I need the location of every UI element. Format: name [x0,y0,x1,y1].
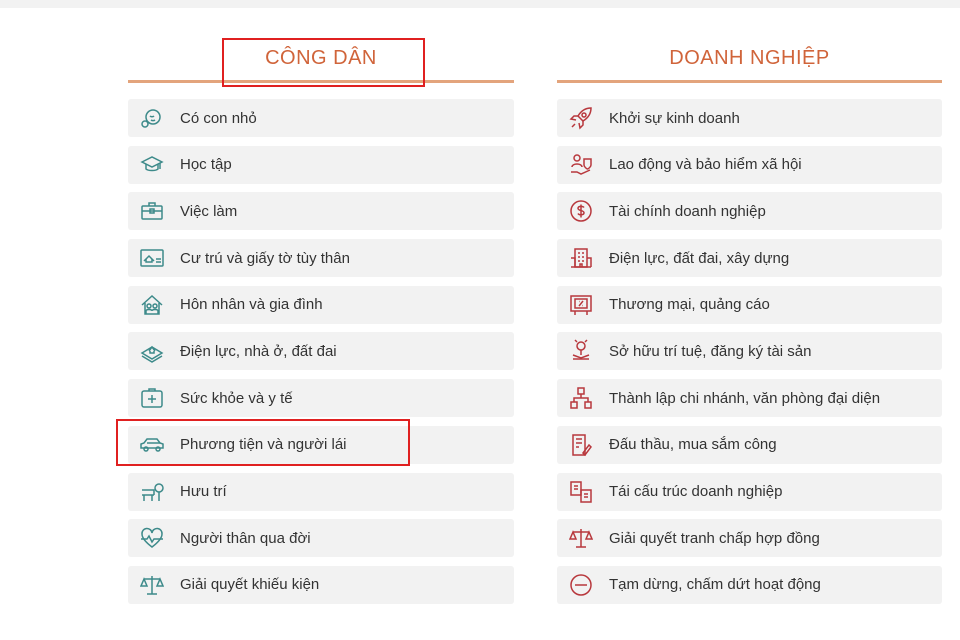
doanh-nghiep-item-tai-cau-truc[interactable]: Tái cấu trúc doanh nghiệp [557,472,942,511]
doanh-nghiep-item-khoi-su[interactable]: Khởi sự kinh doanh [557,99,942,137]
top-strip [0,0,960,8]
item-label: Tạm dừng, chấm dứt hoạt động [609,576,821,594]
id-card-icon [140,246,164,270]
doanh-nghiep-item-dau-thau[interactable]: Đấu thầu, mua sắm công [557,425,942,464]
item-label: Thành lập chi nhánh, văn phòng đại diện [609,389,881,407]
heartbeat-icon [140,526,164,550]
doanh-nghiep-item-thanh-lap[interactable]: Thành lập chi nhánh, văn phòng đại diện [557,379,942,418]
cong-dan-item-phuong-tien[interactable]: Phương tiện và người lái [128,425,514,464]
cong-dan-item-huu-tri[interactable]: Hưu trí [128,472,514,511]
land-icon [140,339,164,364]
cong-dan-item-hon-nhan[interactable]: Hôn nhân và gia đình [128,285,514,324]
retirement-bench-icon [140,480,164,504]
item-label: Cư trú và giấy tờ tùy thân [180,249,350,267]
medical-cross-icon [140,386,164,410]
bidding-document-icon [569,433,593,457]
item-label: Lao động và bảo hiểm xã hội [609,156,802,174]
item-label: Khởi sự kinh doanh [609,109,740,127]
item-label: Sở hữu trí tuệ, đăng ký tài sản [609,342,812,360]
item-label: Thương mại, quảng cáo [609,296,770,314]
item-label: Phương tiện và người lái [180,436,347,454]
doanh-nghiep-item-tranh-chap[interactable]: Giải quyết tranh chấp hợp đồng [557,519,942,558]
cong-dan-item-nguoi-than[interactable]: Người thân qua đời [128,519,514,558]
org-chart-icon [569,386,593,410]
rocket-icon [569,106,593,130]
cong-dan-item-co-con-nho[interactable]: Có con nhỏ [128,99,514,137]
item-label: Có con nhỏ [180,109,257,127]
doanh-nghiep-item-tai-chinh[interactable]: Tài chính doanh nghiệp [557,192,942,231]
item-label: Việc làm [180,202,238,220]
cong-dan-item-suc-khoe[interactable]: Sức khỏe và y tế [128,379,514,418]
item-label: Người thân qua đời [180,529,311,547]
cong-dan-item-khieu-kien[interactable]: Giải quyết khiếu kiện [128,565,514,604]
cong-dan-item-dien-luc[interactable]: Điện lực, nhà ở, đất đai [128,332,514,371]
cong-dan-column: CÔNG DÂN Có con nhỏ Học tập Việc làm Cư … [128,36,514,613]
briefcase-icon [140,199,164,223]
item-label: Học tập [180,156,232,174]
item-label: Điện lực, đất đai, xây dựng [609,249,790,267]
cong-dan-item-viec-lam[interactable]: Việc làm [128,192,514,231]
cong-dan-item-cu-tru[interactable]: Cư trú và giấy tờ tùy thân [128,239,514,278]
doanh-nghiep-column: DOANH NGHIỆP Khởi sự kinh doanh Lao động… [557,36,942,613]
item-label: Tài chính doanh nghiệp [609,202,766,220]
family-home-icon [140,293,164,317]
scales-icon [140,573,164,597]
item-label: Đấu thầu, mua sắm công [609,436,777,454]
baby-icon [140,106,164,130]
doanh-nghiep-list: Khởi sự kinh doanh Lao động và bảo hiểm … [557,99,942,604]
restructure-icon [569,480,593,504]
item-label: Tái cấu trúc doanh nghiệp [609,483,783,500]
item-label: Điện lực, nhà ở, đất đai [180,342,337,360]
worker-insurance-icon [569,153,593,177]
cong-dan-list: Có con nhỏ Học tập Việc làm Cư trú và gi… [128,99,514,604]
building-icon [569,246,593,270]
doanh-nghiep-item-tam-dung[interactable]: Tạm dừng, chấm dứt hoạt động [557,565,942,604]
item-label: Hưu trí [180,483,227,500]
scales-icon [569,526,593,550]
billboard-icon [569,293,593,317]
car-icon [140,433,164,457]
item-label: Sức khỏe và y tế [180,389,293,407]
item-label: Giải quyết khiếu kiện [180,576,320,594]
doanh-nghiep-item-lao-dong[interactable]: Lao động và bảo hiểm xã hội [557,145,942,184]
intellectual-property-icon [569,339,593,363]
graduation-cap-icon [140,153,164,177]
doanh-nghiep-item-so-huu-tri-tue[interactable]: Sở hữu trí tuệ, đăng ký tài sản [557,332,942,371]
cong-dan-heading[interactable]: CÔNG DÂN [128,36,514,83]
doanh-nghiep-heading[interactable]: DOANH NGHIỆP [557,36,942,83]
item-label: Giải quyết tranh chấp hợp đồng [609,529,820,547]
item-label: Hôn nhân và gia đình [180,296,323,314]
doanh-nghiep-item-dien-luc[interactable]: Điện lực, đất đai, xây dựng [557,239,942,278]
minus-circle-icon [569,573,593,597]
doanh-nghiep-item-thuong-mai[interactable]: Thương mại, quảng cáo [557,285,942,324]
dollar-icon [569,199,593,223]
cong-dan-item-hoc-tap[interactable]: Học tập [128,145,514,184]
